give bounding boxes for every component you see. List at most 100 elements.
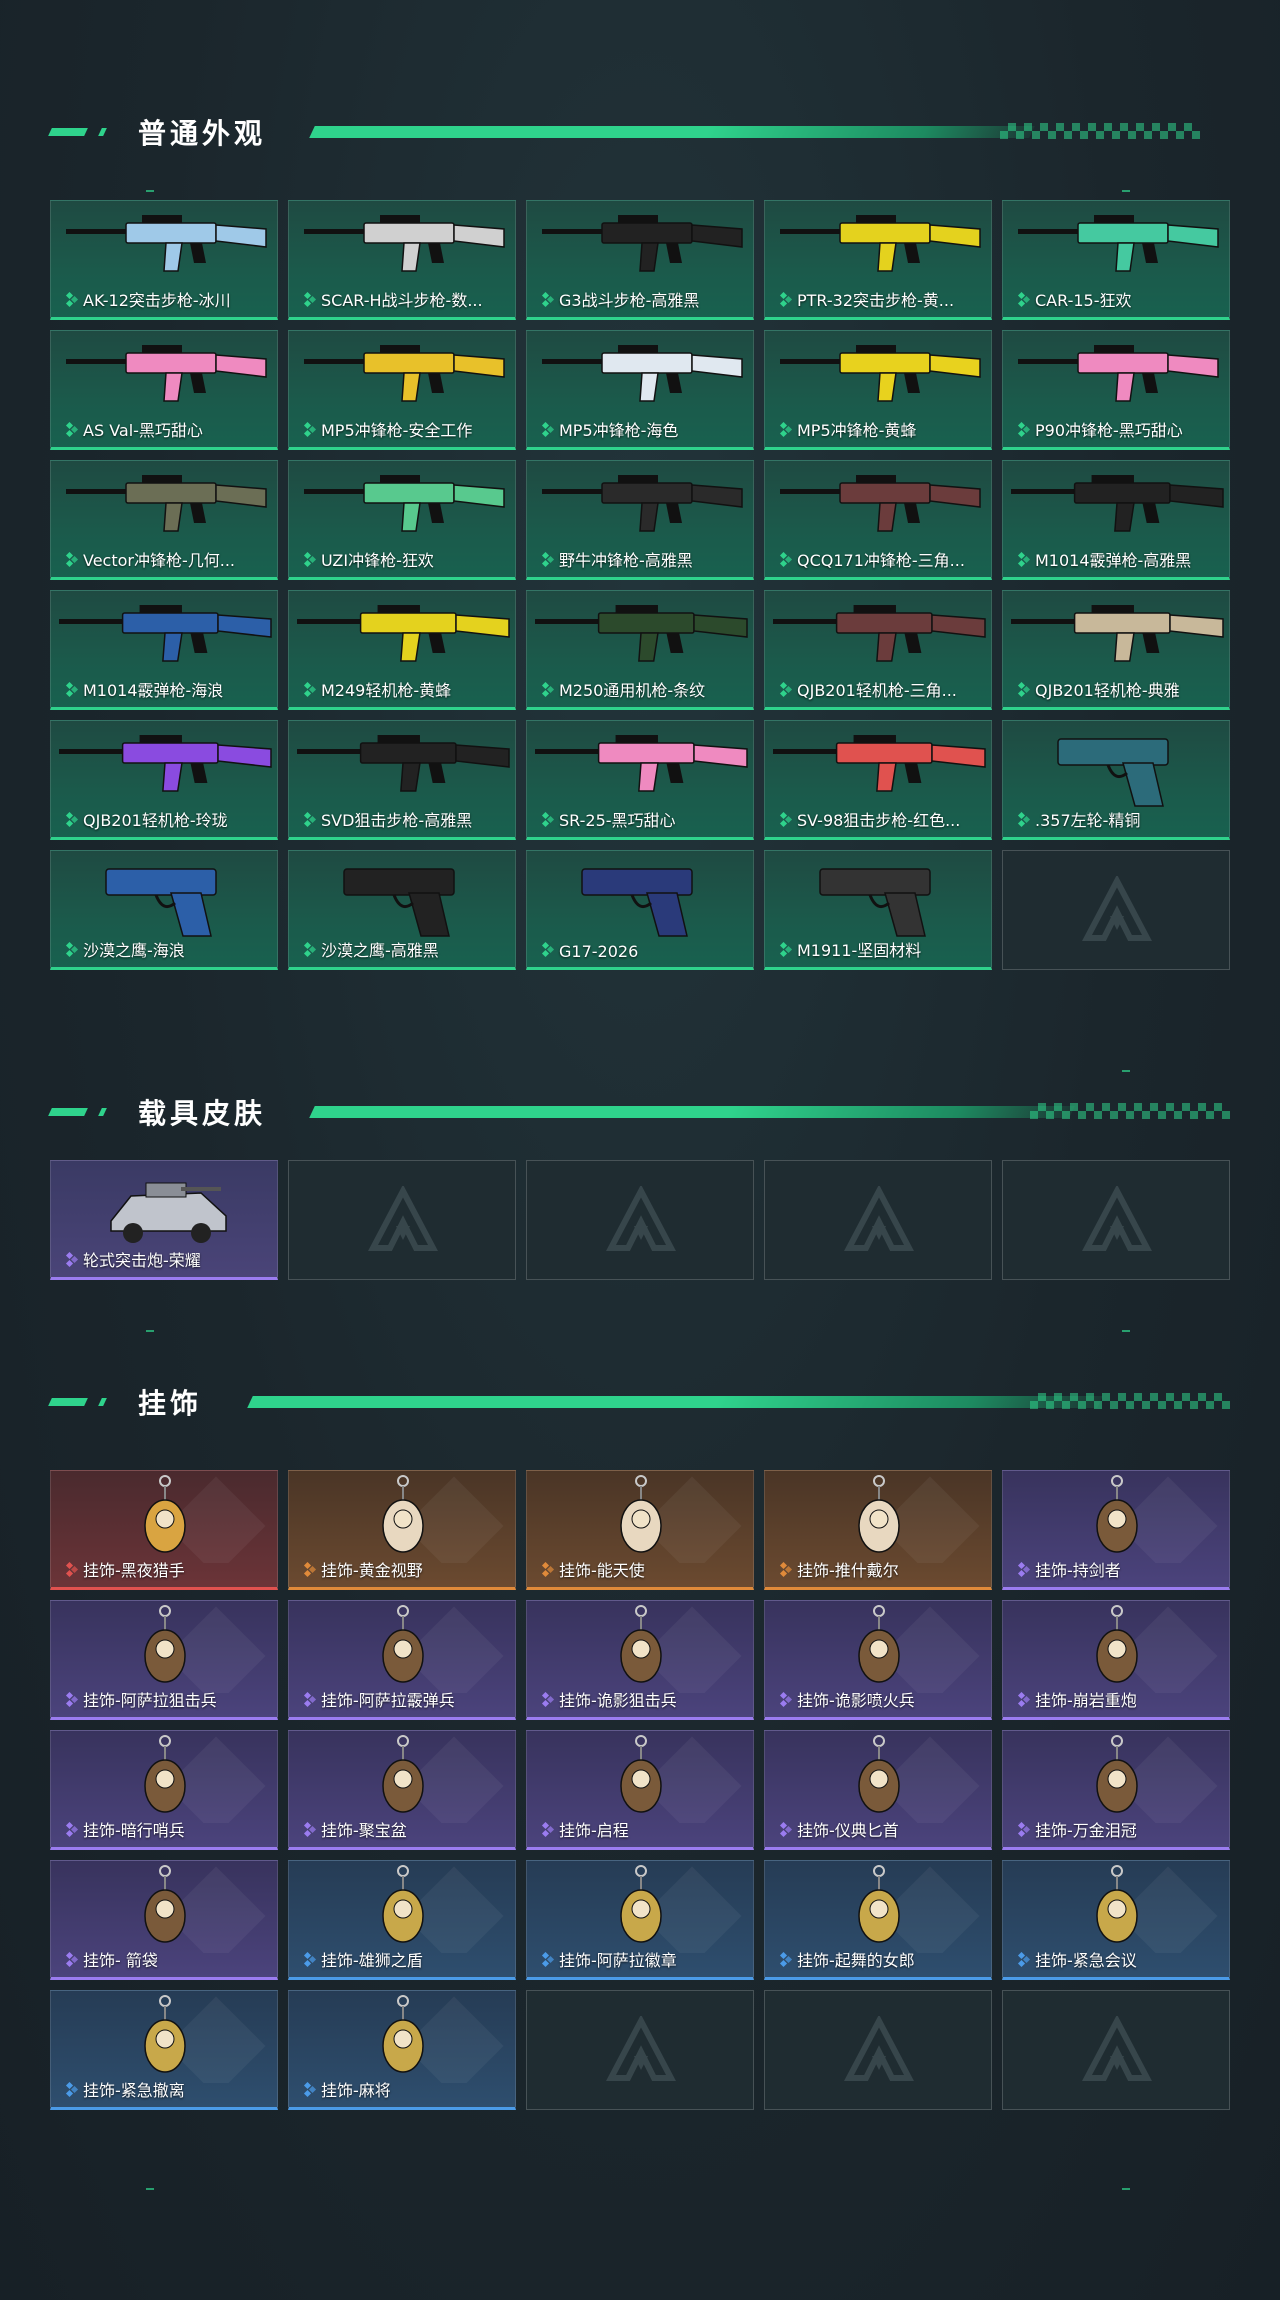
weapon-card[interactable]: CAR-15-狂欢 (1002, 200, 1230, 320)
charm-card[interactable]: 挂饰-起舞的女郎 (764, 1860, 992, 1980)
weapon-card[interactable]: SCAR-H战斗步枪-数... (288, 200, 516, 320)
weapon-card[interactable]: 野牛冲锋枪-高雅黑 (526, 460, 754, 580)
charm-icon (382, 1865, 504, 1953)
item-label: QJB201轻机枪-典雅 (1035, 681, 1180, 700)
charm-card[interactable]: 挂饰-阿萨拉徽章 (526, 1860, 754, 1980)
rarity-diamond-icon (541, 942, 555, 958)
charm-card[interactable]: 挂饰-万金泪冠 (1002, 1730, 1230, 1850)
weapon-card[interactable]: 沙漠之鹰-海浪 (50, 850, 278, 970)
charm-icon (382, 1995, 504, 2083)
item-label: SVD狙击步枪-高雅黑 (321, 811, 473, 830)
weapon-card[interactable]: M1014霰弹枪-海浪 (50, 590, 278, 710)
rarity-diamond-icon (65, 942, 79, 958)
weapon-card[interactable]: MP5冲锋枪-安全工作 (288, 330, 516, 450)
rarity-diamond-icon (1017, 1692, 1031, 1708)
rarity-diamond-icon (65, 292, 79, 308)
item-label: 挂饰-诡影喷火兵 (797, 1691, 915, 1710)
weapon-card[interactable]: 沙漠之鹰-高雅黑 (288, 850, 516, 970)
weapon-card[interactable]: M1014霰弹枪-高雅黑 (1002, 460, 1230, 580)
weapon-card[interactable]: M1911-坚固材料 (764, 850, 992, 970)
item-label: 挂饰-启程 (559, 1821, 629, 1840)
charm-card[interactable]: 挂饰-阿萨拉狙击兵 (50, 1600, 278, 1720)
header-checker (1000, 123, 1200, 139)
charm-card[interactable]: 挂饰-麻将 (288, 1990, 516, 2110)
weapon-card[interactable]: PTR-32突击步枪-黄... (764, 200, 992, 320)
rarity-diamond-icon (65, 1252, 79, 1268)
item-label: SR-25-黑巧甜心 (559, 811, 676, 830)
charm-card[interactable]: 挂饰-启程 (526, 1730, 754, 1850)
rarity-diamond-icon (1017, 1952, 1031, 1968)
weapon-card[interactable]: MP5冲锋枪-海色 (526, 330, 754, 450)
corner-tick (1122, 1330, 1130, 1332)
empty-slot (764, 1990, 992, 2110)
rarity-diamond-icon (65, 682, 79, 698)
sniper-icon (535, 735, 748, 792)
item-label: 挂饰-雄狮之盾 (321, 1951, 423, 1970)
rarity-diamond-icon (65, 1562, 79, 1578)
weapon-grid: AK-12突击步枪-冰川 SCAR-H战斗步枪-数... G3战斗步枪-高雅黑 PTR… (50, 200, 1230, 970)
weapon-card[interactable]: M250通用机枪-条纹 (526, 590, 754, 710)
charm-card[interactable]: 挂饰-紧急会议 (1002, 1860, 1230, 1980)
weapon-card[interactable]: M249轻机枪-黄蜂 (288, 590, 516, 710)
weapon-card[interactable]: MP5冲锋枪-黄蜂 (764, 330, 992, 450)
weapon-card[interactable]: P90冲锋枪-黑巧甜心 (1002, 330, 1230, 450)
vehicle-card[interactable]: 轮式突击炮-荣耀 (50, 1160, 278, 1280)
weapon-card[interactable]: Vector冲锋枪-几何... (50, 460, 278, 580)
item-label: Vector冲锋枪-几何... (83, 551, 236, 570)
rifle-icon (780, 215, 981, 272)
rifle-icon (66, 215, 267, 272)
charm-card[interactable]: 挂饰-诡影喷火兵 (764, 1600, 992, 1720)
item-label: QCQ171冲锋枪-三角... (797, 551, 965, 570)
charm-icon (858, 1475, 980, 1563)
charm-card[interactable]: 挂饰- 箭袋 (50, 1860, 278, 1980)
charm-card[interactable]: 挂饰-紧急撤离 (50, 1990, 278, 2110)
header-dash (98, 128, 107, 136)
item-label: PTR-32突击步枪-黄... (797, 291, 955, 310)
charm-icon (1096, 1475, 1218, 1563)
rarity-diamond-icon (779, 552, 793, 568)
weapon-card[interactable]: SR-25-黑巧甜心 (526, 720, 754, 840)
rarity-diamond-icon (65, 2082, 79, 2098)
section-title: 载具皮肤 (138, 1097, 267, 1130)
weapon-card[interactable]: AK-12突击步枪-冰川 (50, 200, 278, 320)
charm-card[interactable]: 挂饰-能天使 (526, 1470, 754, 1590)
item-label: 挂饰-阿萨拉徽章 (559, 1951, 677, 1970)
game-logo-icon (368, 1186, 438, 1251)
weapon-card[interactable]: G17-2026 (526, 850, 754, 970)
charm-icon (382, 1605, 504, 1693)
item-label: M1911-坚固材料 (797, 941, 922, 960)
charm-card[interactable]: 挂饰-持剑者 (1002, 1470, 1230, 1590)
charm-card[interactable]: 挂饰-聚宝盆 (288, 1730, 516, 1850)
weapon-card[interactable]: .357左轮-精铜 (1002, 720, 1230, 840)
charm-card[interactable]: 挂饰-黑夜猎手 (50, 1470, 278, 1590)
lmg-icon (1011, 605, 1224, 662)
revolver-icon (1057, 738, 1169, 807)
rarity-diamond-icon (65, 422, 79, 438)
weapon-card[interactable]: AS Val-黑巧甜心 (50, 330, 278, 450)
charm-card[interactable]: 挂饰-暗行哨兵 (50, 1730, 278, 1850)
charm-card[interactable]: 挂饰-诡影狙击兵 (526, 1600, 754, 1720)
item-label: 挂饰-暗行哨兵 (83, 1821, 185, 1840)
game-logo-icon (606, 2016, 676, 2081)
rarity-diamond-icon (541, 422, 555, 438)
weapon-card[interactable]: G3战斗步枪-高雅黑 (526, 200, 754, 320)
weapon-card[interactable]: SVD狙击步枪-高雅黑 (288, 720, 516, 840)
weapon-card[interactable]: QJB201轻机枪-三角... (764, 590, 992, 710)
charm-card[interactable]: 挂饰-雄狮之盾 (288, 1860, 516, 1980)
weapon-card[interactable]: SV-98狙击步枪-红色... (764, 720, 992, 840)
header-checker (1030, 1103, 1230, 1119)
header-dash (48, 1108, 88, 1116)
weapon-card[interactable]: QJB201轻机枪-玲珑 (50, 720, 278, 840)
item-label: 轮式突击炮-荣耀 (83, 1251, 201, 1270)
charm-card[interactable]: 挂饰-推什戴尔 (764, 1470, 992, 1590)
rarity-diamond-icon (541, 812, 555, 828)
charm-card[interactable]: 挂饰-阿萨拉霰弹兵 (288, 1600, 516, 1720)
rarity-diamond-icon (303, 942, 317, 958)
weapon-card[interactable]: QCQ171冲锋枪-三角... (764, 460, 992, 580)
charm-card[interactable]: 挂饰-崩岩重炮 (1002, 1600, 1230, 1720)
pistol-icon (581, 868, 693, 937)
weapon-card[interactable]: QJB201轻机枪-典雅 (1002, 590, 1230, 710)
charm-card[interactable]: 挂饰-仪典匕首 (764, 1730, 992, 1850)
weapon-card[interactable]: UZI冲锋枪-狂欢 (288, 460, 516, 580)
charm-card[interactable]: 挂饰-黄金视野 (288, 1470, 516, 1590)
